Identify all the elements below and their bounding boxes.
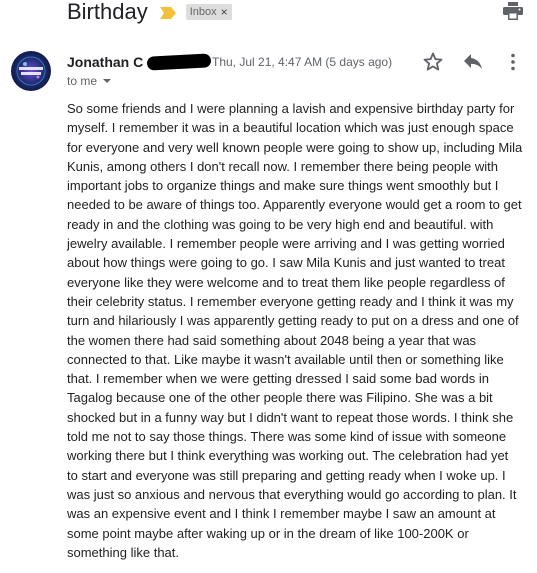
- body-line: told me not to say those things. There w…: [67, 429, 507, 445]
- body-line: to start and everyone was still preparin…: [67, 467, 506, 483]
- body-line: So some friends and I were planning a la…: [67, 101, 515, 116]
- recipient-text: to me: [67, 74, 98, 88]
- redacted-email: [146, 53, 212, 71]
- reply-icon[interactable]: [461, 50, 485, 74]
- body-line: that. I remember when we were getting dr…: [67, 371, 489, 387]
- body-line: about how things were going to go. I saw…: [67, 255, 505, 271]
- body-line: was just so anxious and nervous that eve…: [67, 486, 517, 502]
- sender-line: Jonathan C: [67, 53, 212, 71]
- body-line: some point maybe after waking up or in t…: [67, 525, 469, 541]
- body-line: ready in and the clothing was going to b…: [67, 216, 494, 232]
- body-line: was an expensive event and I think I rem…: [67, 506, 496, 522]
- body-line: needed to be aware of things too. Appare…: [67, 197, 522, 213]
- body-line: working there but I think everything was…: [67, 448, 509, 464]
- sender-avatar: [11, 51, 51, 91]
- recipient-dropdown[interactable]: to me: [67, 74, 112, 88]
- importance-marker-icon[interactable]: [159, 7, 176, 19]
- inbox-label-chip: Inbox ×: [185, 4, 232, 20]
- body-line: the women there had said something about…: [67, 332, 477, 348]
- email-date: Thu, Jul 21, 4:47 AM (5 days ago): [212, 55, 393, 69]
- body-line: connected to that. Like maybe it wasn't …: [67, 351, 504, 367]
- chevron-down-icon: [103, 79, 112, 83]
- body-line: shocked but in a funny way but I didn't …: [67, 409, 514, 425]
- remove-label-button[interactable]: ×: [221, 5, 228, 19]
- body-line: jewelry available. I remember people wer…: [67, 236, 505, 252]
- email-subject: Birthday: [67, 0, 148, 24]
- sender-name[interactable]: Jonathan C: [67, 54, 143, 70]
- body-line: something like that.: [67, 544, 180, 560]
- body-line: Tagalog because one of the other people …: [67, 390, 493, 406]
- star-icon[interactable]: [421, 50, 445, 74]
- subject-row: Birthday Inbox ×: [67, 0, 232, 24]
- more-vertical-icon[interactable]: [501, 50, 525, 74]
- body-line: everyone like they were welcome and to t…: [67, 274, 505, 290]
- email-body: So some friends and I were planning a la…: [67, 99, 529, 562]
- body-line: for everyone and very well known people …: [67, 139, 523, 155]
- body-line: their celebrity status. I remember every…: [67, 293, 514, 309]
- body-line: Kunis, among others I don't recall now. …: [67, 158, 498, 174]
- body-line: important jobs to organize things and ma…: [67, 178, 499, 194]
- body-line: myself. I remember it was in a beautiful…: [67, 120, 514, 136]
- body-line: turn and hilariously I was apparently ge…: [67, 313, 519, 329]
- label-text: Inbox: [189, 6, 217, 18]
- print-icon[interactable]: [503, 2, 523, 20]
